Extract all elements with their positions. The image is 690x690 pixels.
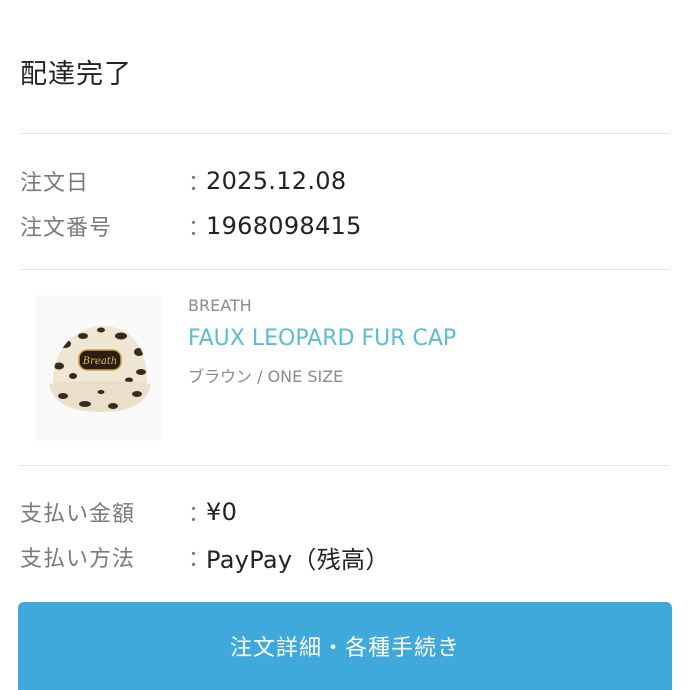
order-number-value: 1968098415	[206, 212, 362, 240]
order-number-colon: ：	[188, 216, 211, 241]
order-date-row: 注文日 ： 2025.12.08	[20, 164, 660, 198]
product-image[interactable]: Breath	[36, 295, 162, 441]
order-number-label: 注文番号	[20, 216, 113, 241]
order-date-colon: ：	[188, 171, 211, 196]
order-number-row: 注文番号 ： 1968098415	[20, 209, 660, 243]
page-title: 配達完了	[20, 59, 132, 90]
payment-amount-label: 支払い金額	[20, 502, 136, 527]
payment-method-label: 支払い方法	[20, 547, 136, 572]
order-details-button-label: 注文詳細・各種手続き	[229, 635, 460, 660]
order-details-button[interactable]: 注文詳細・各種手続き	[18, 602, 672, 690]
product-variant: ブラウン / ONE SIZE	[188, 367, 344, 386]
order-status-page: 配達完了 注文日 ： 2025.12.08 注文番号 ： 1968098415	[0, 0, 690, 690]
payment-method-colon: ：	[188, 547, 211, 572]
cap-logo-text: Breath	[82, 356, 117, 367]
payment-method-value: PayPay（残高）	[206, 545, 390, 574]
payment-amount-row: 支払い金額 ： ¥0	[20, 495, 660, 529]
product-name-link[interactable]: FAUX LEOPARD FUR CAP	[188, 326, 456, 351]
payment-method-row: 支払い方法 ： PayPay（残高）	[20, 540, 660, 574]
leopard-cap-icon: Breath	[49, 326, 151, 412]
divider	[20, 465, 670, 466]
payment-amount-value: ¥0	[206, 498, 238, 526]
order-date-label: 注文日	[20, 171, 90, 196]
product-brand: BREATH	[188, 296, 252, 315]
order-date-value: 2025.12.08	[206, 167, 347, 195]
divider	[20, 269, 670, 270]
divider	[20, 133, 670, 134]
payment-amount-colon: ：	[188, 502, 211, 527]
